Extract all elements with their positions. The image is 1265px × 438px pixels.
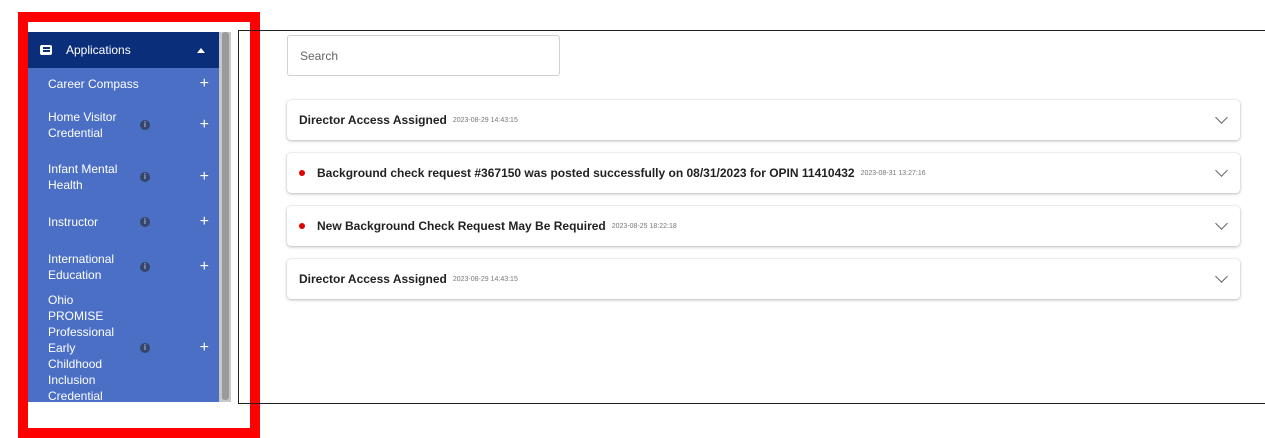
info-icon[interactable]: i bbox=[140, 120, 150, 130]
plus-icon[interactable]: + bbox=[200, 169, 209, 185]
sidebar-item-instructor[interactable]: Instructor i + bbox=[28, 204, 219, 240]
notification-title: Background check request #367150 was pos… bbox=[317, 166, 855, 180]
list-icon bbox=[40, 45, 52, 55]
unread-dot-icon bbox=[299, 170, 305, 176]
sidebar-item-career-compass[interactable]: Career Compass + bbox=[28, 68, 219, 100]
info-icon[interactable]: i bbox=[140, 172, 150, 182]
notification-title: Director Access Assigned bbox=[299, 272, 447, 286]
notification-title: New Background Check Request May Be Requ… bbox=[317, 219, 606, 233]
sidebar-item-label: International Education bbox=[48, 252, 115, 282]
chevron-down-icon[interactable] bbox=[1215, 111, 1228, 124]
plus-icon[interactable]: + bbox=[200, 117, 209, 133]
sidebar-item-label: Career Compass bbox=[48, 77, 139, 91]
sidebar-item-ohio-promise-credential[interactable]: Ohio PROMISE Professional Early Childhoo… bbox=[28, 293, 219, 402]
plus-icon[interactable]: + bbox=[200, 76, 209, 92]
sidebar-scrollbar-thumb[interactable] bbox=[222, 32, 229, 400]
sidebar-item-international-education[interactable]: International Education i + bbox=[28, 240, 219, 294]
notification-item[interactable]: New Background Check Request May Be Requ… bbox=[287, 206, 1240, 246]
sidebar-item-home-visitor-credential[interactable]: Home Visitor Credential i + bbox=[28, 100, 219, 150]
chevron-down-icon[interactable] bbox=[1215, 164, 1228, 177]
notification-item[interactable]: Director Access Assigned 2023-08-29 14:4… bbox=[287, 259, 1240, 299]
caret-up-icon[interactable] bbox=[197, 47, 205, 53]
info-icon[interactable]: i bbox=[140, 343, 150, 353]
notification-timestamp: 2023-08-31 13:27:16 bbox=[860, 169, 926, 177]
info-icon[interactable]: i bbox=[140, 262, 150, 272]
plus-icon[interactable]: + bbox=[200, 259, 209, 275]
info-icon[interactable]: i bbox=[140, 217, 150, 227]
notification-timestamp: 2023-08-25 18:22:18 bbox=[611, 222, 677, 230]
applications-header[interactable]: Applications bbox=[28, 32, 219, 68]
sidebar-item-label: Home Visitor Credential bbox=[48, 110, 117, 140]
sidebar-item-label: Ohio PROMISE Professional Early Childhoo… bbox=[48, 293, 115, 402]
search-input[interactable] bbox=[287, 35, 560, 76]
plus-icon[interactable]: + bbox=[200, 214, 209, 230]
applications-label: Applications bbox=[66, 43, 131, 57]
notification-item[interactable]: Background check request #367150 was pos… bbox=[287, 153, 1240, 193]
notification-timestamp: 2023-08-29 14:43:15 bbox=[452, 275, 518, 283]
notification-item[interactable]: Director Access Assigned 2023-08-29 14:4… bbox=[287, 100, 1240, 140]
sidebar-item-label: Infant Mental Health bbox=[48, 162, 118, 192]
chevron-down-icon[interactable] bbox=[1215, 217, 1228, 230]
chevron-down-icon[interactable] bbox=[1215, 270, 1228, 283]
notification-timestamp: 2023-08-29 14:43:15 bbox=[452, 116, 518, 124]
notification-title: Director Access Assigned bbox=[299, 113, 447, 127]
applications-sidebar: Applications Career Compass + Home Visit… bbox=[28, 32, 219, 402]
plus-icon[interactable]: + bbox=[200, 340, 209, 356]
unread-dot-icon bbox=[299, 223, 305, 229]
sidebar-item-label: Instructor bbox=[48, 215, 99, 229]
sidebar-item-infant-mental-health[interactable]: Infant Mental Health i + bbox=[28, 150, 219, 204]
